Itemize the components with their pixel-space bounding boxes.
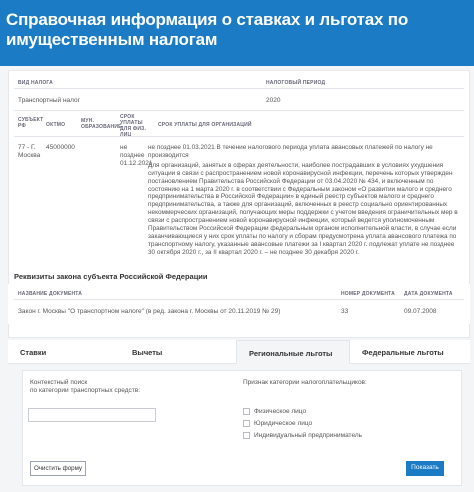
row-oktmo: 45000000 — [46, 144, 75, 151]
tax-type-value: Транспортный налог — [18, 97, 81, 104]
clear-form-button[interactable]: Очистить форму — [30, 461, 86, 476]
law-doc-date: 09.07.2008 — [404, 308, 437, 315]
page-header: Справочная информация о ставках и льгота… — [0, 0, 474, 66]
search-input-value — [29, 417, 32, 424]
tab-deductions[interactable]: Вычеты — [120, 340, 236, 364]
option-individual: Физическое лицо — [254, 408, 307, 415]
tax-type-label: ВИД НАЛОГА — [18, 80, 53, 86]
benefit-tabs: Ставки Вычеты Региональные льготы Федера… — [8, 340, 470, 364]
show-button[interactable]: Показать — [406, 461, 444, 476]
page-title-line1: Справочная информация о ставках и льгота… — [6, 10, 409, 29]
checkbox-legal-entity[interactable] — [243, 420, 250, 427]
page-title-line2: имущественным налогам — [6, 30, 218, 49]
vehicle-category-search-input[interactable] — [28, 408, 156, 422]
law-col-date: ДАТА ДОКУМЕНТА — [404, 291, 453, 297]
deadline-para2: Для организаций, занятых в сферах деятел… — [148, 161, 458, 256]
search-label-line2: по категории транспортных средств: — [30, 387, 141, 394]
checkbox-individual[interactable] — [243, 408, 250, 415]
law-section-title: Реквизиты закона субъекта Российской Фед… — [14, 272, 208, 281]
page-title: Справочная информация о ставках и льгота… — [6, 10, 468, 50]
law-table — [8, 284, 470, 324]
col-deadline-organizations: СРОК УПЛАТЫ ДЛЯ ОРГАНИЗАЦИЙ — [158, 122, 252, 128]
row-deadline-organizations: не позднее 01.03.2021 В течение налогово… — [148, 144, 458, 259]
tab-regional-benefits[interactable]: Региональные льготы — [236, 340, 350, 364]
law-col-name: НАЗВАНИЕ ДОКУМЕНТА — [18, 291, 83, 297]
option-legal-entity: Юридическое лицо — [254, 420, 313, 427]
search-label-line1: Контекстный поиск — [30, 379, 88, 386]
period-label: НАЛОГОВЫЙ ПЕРИОД — [266, 80, 326, 86]
col-oktmo: ОКТМО — [46, 122, 66, 128]
law-doc-number: 33 — [341, 308, 349, 315]
checkbox-entrepreneur[interactable] — [243, 432, 250, 439]
payer-category-label: Признак категории налогоплательщиков: — [243, 379, 367, 386]
period-value: 2020 — [266, 97, 281, 104]
col-deadline-individuals: СРОК УПЛАТЫ ДЛЯ ФИЗ. ЛИЦ — [120, 114, 147, 138]
tab-rates[interactable]: Ставки — [8, 340, 114, 364]
row-subject: 77 - Г. Москва — [18, 144, 41, 159]
col-subject: СУБЪЕКТ РФ — [18, 117, 44, 129]
law-doc-name: Закон г. Москвы "О транспортном налоге" … — [18, 308, 281, 315]
col-municipality: МУН. ОБРАЗОВАНИЕ — [81, 118, 122, 130]
tab-federal-benefits[interactable]: Федеральные льготы — [350, 340, 470, 364]
deadline-para1: не позднее 01.03.2021 В течение налогово… — [148, 144, 433, 159]
row-deadline-individuals: не позднее 01.12.2021 — [120, 144, 153, 167]
option-entrepreneur: Индивидуальный предприниматель — [254, 432, 363, 439]
law-col-number: НОМЕР ДОКУМЕНТА — [341, 291, 395, 297]
